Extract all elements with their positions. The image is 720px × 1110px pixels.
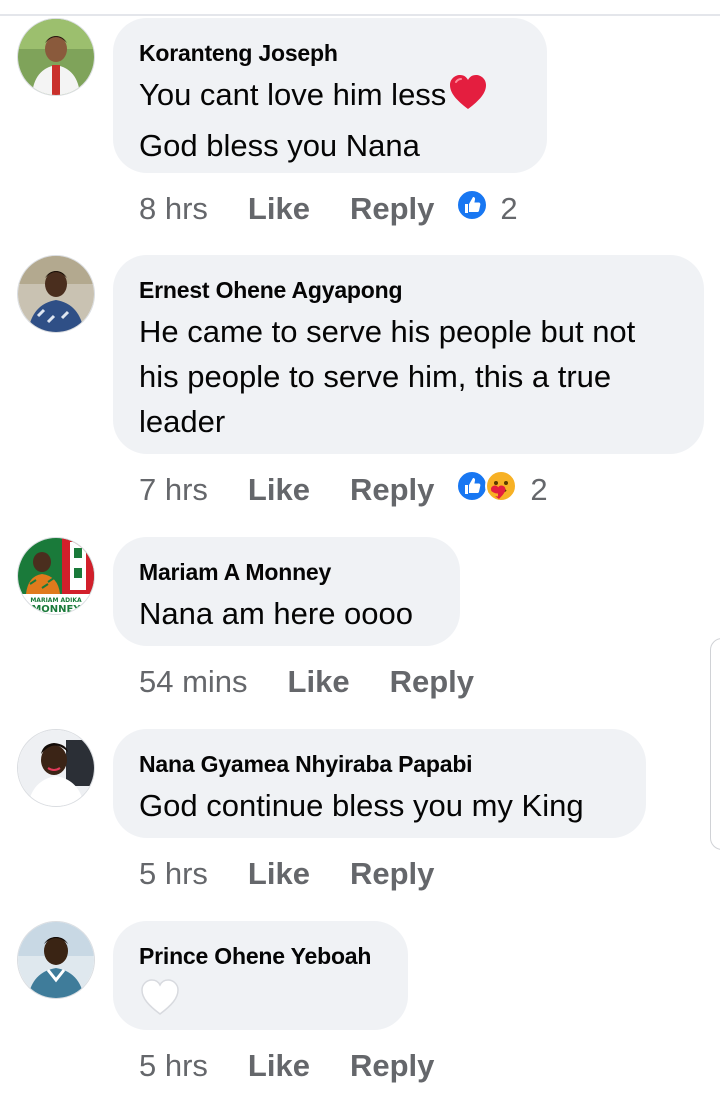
comment-line: Nana am here oooo <box>139 596 414 631</box>
comment-bubble: Prince Ohene Yeboah <box>113 921 408 1030</box>
reply-button[interactable]: Reply <box>350 472 434 508</box>
avatar-caption: MARIAM ADIKA <box>30 597 82 604</box>
like-button[interactable]: Like <box>248 191 310 227</box>
comment-line: God continue bless you my King <box>139 788 584 823</box>
comment-time[interactable]: 7 hrs <box>139 472 208 508</box>
comment-line: God bless you Nana <box>139 128 420 163</box>
reply-button[interactable]: Reply <box>390 664 474 700</box>
red-heart-icon <box>448 73 488 123</box>
comment-author[interactable]: Prince Ohene Yeboah <box>139 941 382 971</box>
comment-actions: 8 hrs Like Reply 2 <box>139 189 518 229</box>
reaction-count: 2 <box>530 472 548 507</box>
comment-author[interactable]: Koranteng Joseph <box>139 38 521 68</box>
reaction-summary[interactable]: 2 <box>456 189 518 229</box>
comment-text: God continue bless you my King <box>139 783 620 828</box>
comment-author[interactable]: Mariam A Monney <box>139 557 434 587</box>
comment-bubble: Ernest Ohene Agyapong He came to serve h… <box>113 255 704 454</box>
comment-text <box>139 977 382 1029</box>
comment-bubble: Koranteng Joseph You cant love him less … <box>113 18 547 173</box>
comment-line: leader <box>139 404 226 439</box>
comment-time[interactable]: 5 hrs <box>139 856 208 892</box>
comment-text: He came to serve his people but not his … <box>139 309 678 444</box>
avatar-caption: MONNEY <box>31 604 81 614</box>
avatar[interactable]: MARIAM ADIKA MONNEY <box>17 537 95 615</box>
reaction-count: 2 <box>500 191 518 226</box>
comment-line: his people to serve him, this a true <box>139 359 612 394</box>
comment-bubble: Mariam A Monney Nana am here oooo <box>113 537 460 646</box>
top-divider <box>0 14 720 16</box>
reply-button[interactable]: Reply <box>350 856 434 892</box>
comment-author[interactable]: Nana Gyamea Nhyiraba Papabi <box>139 749 620 779</box>
like-icon <box>456 189 489 229</box>
comment-actions: 54 mins Like Reply <box>139 662 514 702</box>
comment-time[interactable]: 8 hrs <box>139 191 208 227</box>
avatar[interactable] <box>17 255 95 333</box>
avatar[interactable] <box>17 18 95 96</box>
reaction-summary[interactable]: 2 <box>456 469 548 511</box>
comment-bubble: Nana Gyamea Nhyiraba Papabi God continue… <box>113 729 646 838</box>
avatar[interactable] <box>17 729 95 807</box>
like-button[interactable]: Like <box>288 664 350 700</box>
comment-actions: 7 hrs Like Reply 2 <box>139 470 548 510</box>
comment-actions: 5 hrs Like Reply <box>139 854 474 894</box>
comment-time[interactable]: 5 hrs <box>139 1048 208 1084</box>
comment-actions: 5 hrs Like Reply <box>139 1046 474 1086</box>
comment-line: You cant love him less <box>139 77 447 112</box>
white-heart-icon <box>139 977 181 1029</box>
like-button[interactable]: Like <box>248 472 310 508</box>
like-button[interactable]: Like <box>248 1048 310 1084</box>
reply-button[interactable]: Reply <box>350 191 434 227</box>
comment-author[interactable]: Ernest Ohene Agyapong <box>139 275 678 305</box>
reply-button[interactable]: Reply <box>350 1048 434 1084</box>
comment-time[interactable]: 54 mins <box>139 664 248 700</box>
like-button[interactable]: Like <box>248 856 310 892</box>
care-icon <box>484 469 518 511</box>
comment-text: Nana am here oooo <box>139 591 434 636</box>
avatar[interactable] <box>17 921 95 999</box>
comment-text: You cant love him less God bless you Nan… <box>139 72 521 168</box>
comment-line: He came to serve his people but not <box>139 314 636 349</box>
side-panel-edge <box>710 638 720 850</box>
